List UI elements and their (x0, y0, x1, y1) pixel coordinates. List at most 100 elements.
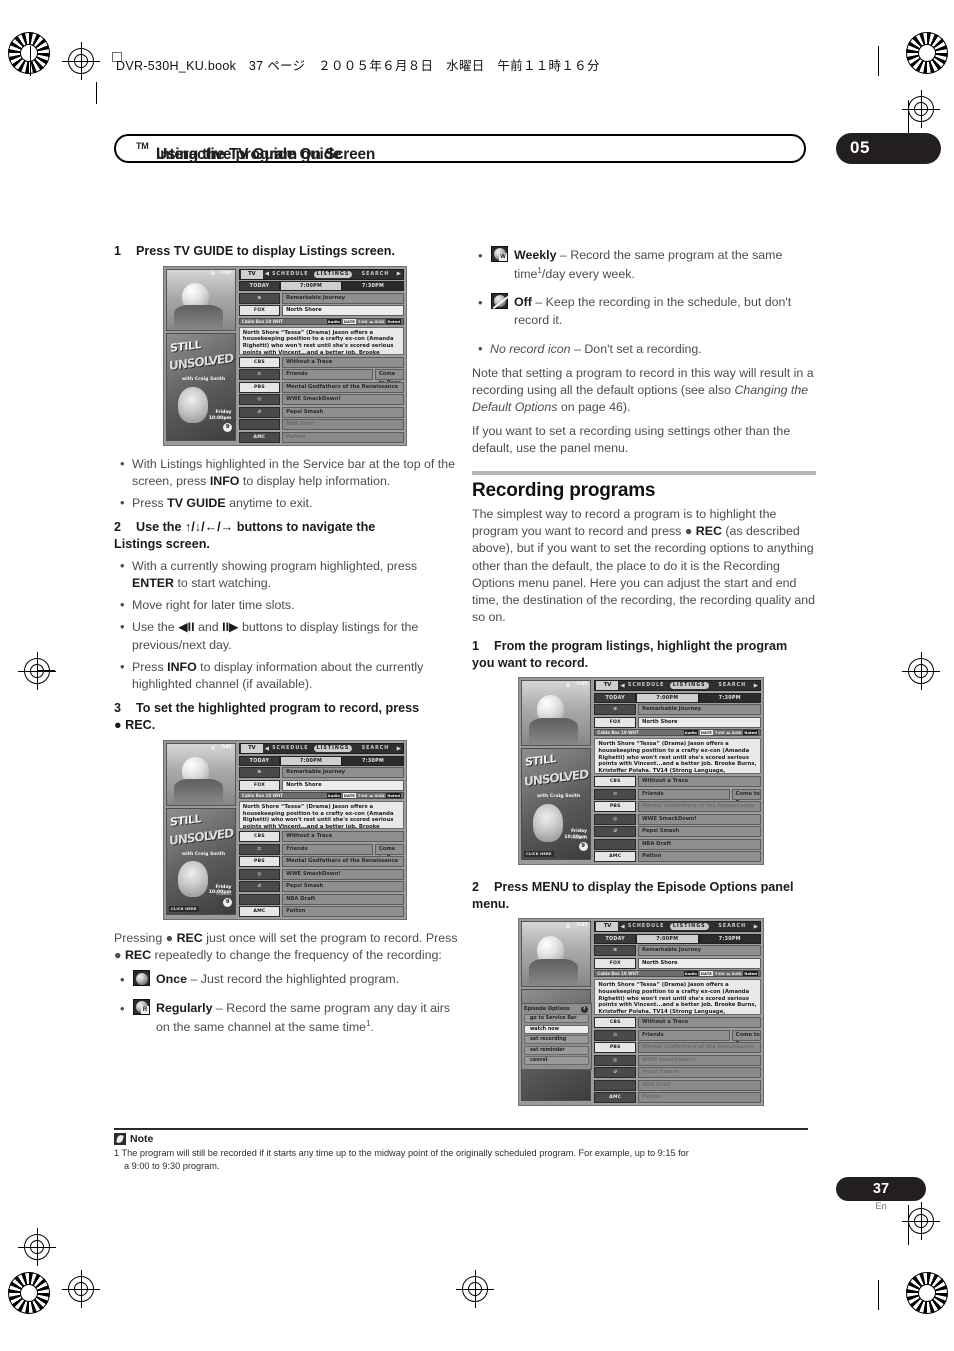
tv-program-title-b-3[interactable]: North Shore (638, 716, 761, 728)
tv-program-title-b-4[interactable]: North Shore (638, 957, 761, 969)
tv-grid-row-5-2[interactable]: ↺ Pepsi Smash (238, 881, 404, 893)
tv-grid-title-2b-3[interactable]: Come to Papa (731, 788, 761, 806)
tv-grid-row-3-3[interactable]: PBS Mental Godfathers of the Renaissance (594, 801, 761, 813)
tv-tab-schedule-3[interactable]: SCHEDULE (627, 683, 666, 688)
help-icon[interactable]: ? (580, 1006, 588, 1014)
episode-options-item-set-recording[interactable]: set recording (524, 1035, 589, 1045)
tv-program-title-b-1[interactable]: North Shore (282, 305, 404, 317)
tv-grid-row-3-2[interactable]: PBS Mental Godfathers of the Renaissance (238, 856, 404, 868)
tv-grid-row-2-4[interactable]: ⚖ Friends Come to Papa (594, 1029, 761, 1047)
tv-ad-click-here-3[interactable]: CLICK HERE (524, 850, 554, 857)
tv-row-remarkable-3[interactable]: ≋ Remarkable Journey (594, 704, 761, 716)
tv-grid-row-7-3[interactable]: AMC Patton (594, 851, 761, 863)
tv-grid-title-3-2[interactable]: Mental Godfathers of the Renaissance (282, 856, 404, 868)
tv-grid-title-2b-1[interactable]: Come to Papa (374, 369, 404, 386)
tv-grid-title-6-3[interactable]: NBA Draft (638, 838, 761, 850)
tv-grid-row-7-2[interactable]: AMC Patton (238, 906, 404, 918)
tv-grid-title-7-2[interactable]: Patton (282, 906, 404, 918)
tv-grid-title-7-3[interactable]: Patton (638, 851, 761, 863)
tv-grid-row-5-4[interactable]: ↺ Pepsi Smash (594, 1067, 761, 1079)
tv-grid-title-5-3[interactable]: Pepsi Smash (638, 826, 761, 838)
tv-grid-row-6-4[interactable]: NBA Draft (594, 1079, 761, 1091)
tv-grid-title-3-1[interactable]: Mental Godfathers of the Renaissance (282, 381, 404, 393)
tv-grid-title-4-4[interactable]: WWE SmackDown! (638, 1054, 761, 1066)
tv-grid-title-1-4[interactable]: Without a Trace (638, 1017, 761, 1029)
tv-grid-title-6-4[interactable]: NBA Draft (638, 1079, 761, 1091)
tv-time-slot-1-4[interactable]: 7:00PM (636, 933, 699, 944)
tv-grid-title-2-1[interactable]: Friends (282, 369, 373, 381)
tv-grid-row-5-1[interactable]: ↺ Pepsi Smash (238, 406, 404, 418)
tv-grid-title-4-1[interactable]: WWE SmackDown! (282, 394, 404, 406)
episode-options-item-cancel[interactable]: cancel (524, 1056, 589, 1066)
tv-grid-title-3-4[interactable]: Mental Godfathers of the Renaissance (638, 1042, 761, 1054)
tv-time-slot-2-1[interactable]: 7:30PM (342, 281, 404, 292)
tv-tab-search-2[interactable]: SEARCH (356, 746, 395, 751)
tv-time-slot-1-3[interactable]: 7:00PM (636, 692, 699, 703)
tv-tab-search-4[interactable]: SEARCH (713, 924, 752, 929)
tv-tab-listings-4[interactable]: LISTINGS (669, 923, 709, 931)
tv-row-northshore-2[interactable]: FOX North Shore (238, 779, 404, 791)
tv-grid-title-3-3[interactable]: Mental Godfathers of the Renaissance (638, 801, 761, 813)
tv-row-remarkable-1[interactable]: ≋ Remarkable Journey (238, 292, 404, 304)
tv-grid-row-6-1[interactable]: NBA Draft (238, 419, 404, 431)
tv-time-slot-2-4[interactable]: 7:30PM (698, 933, 762, 944)
tv-grid-row-6-2[interactable]: NBA Draft (238, 893, 404, 905)
tv-program-title-a-4[interactable]: Remarkable Journey (638, 945, 761, 957)
tv-grid-row-1-3[interactable]: CBS Without a Trace (594, 776, 761, 788)
tv-time-slot-1-1[interactable]: 7:00PM (280, 281, 343, 292)
tv-grid-row-2-2[interactable]: ⚖ Friends Come to Papa (238, 843, 404, 861)
tv-grid-row-3-4[interactable]: PBS Mental Godfathers of the Renaissance (594, 1042, 761, 1054)
tv-time-slot-2-2[interactable]: 7:30PM (342, 755, 404, 766)
tv-time-slot-2-3[interactable]: 7:30PM (698, 692, 762, 703)
tv-program-title-a-3[interactable]: Remarkable Journey (638, 704, 761, 716)
tv-grid-title-5-1[interactable]: Pepsi Smash (282, 406, 404, 418)
tv-row-remarkable-2[interactable]: ≋ Remarkable Journey (238, 767, 404, 779)
tv-grid-row-4-1[interactable]: ◎ WWE SmackDown! (238, 394, 404, 406)
tv-grid-row-4-4[interactable]: ◎ WWE SmackDown! (594, 1054, 761, 1066)
episode-options-item-set-reminder[interactable]: set reminder (524, 1045, 589, 1055)
tv-tab-schedule-4[interactable]: SCHEDULE (627, 924, 666, 929)
tv-grid-row-7-4[interactable]: AMC Patton (594, 1092, 761, 1104)
tv-row-northshore-3[interactable]: FOX North Shore (594, 716, 761, 728)
tv-grid-row-2-3[interactable]: ⚖ Friends Come to Papa (594, 788, 761, 806)
tv-tab-schedule-1[interactable]: SCHEDULE (271, 272, 310, 277)
tv-grid-row-1-4[interactable]: CBS Without a Trace (594, 1017, 761, 1029)
tv-grid-title-2b-2[interactable]: Come to Papa (374, 843, 404, 861)
tv-grid-row-6-3[interactable]: NBA Draft (594, 838, 761, 850)
tv-ad-click-here-2[interactable]: CLICK HERE (169, 906, 199, 913)
tv-program-title-b-2[interactable]: North Shore (282, 779, 404, 791)
tv-tab-schedule-2[interactable]: SCHEDULE (271, 746, 310, 751)
tv-grid-title-1-3[interactable]: Without a Trace (638, 776, 761, 788)
tv-row-northshore-1[interactable]: FOX North Shore (238, 305, 404, 317)
tv-grid-title-4-3[interactable]: WWE SmackDown! (638, 813, 761, 825)
tv-grid-row-4-2[interactable]: ◎ WWE SmackDown! (238, 868, 404, 880)
episode-options-item-go-to-service-bar[interactable]: go to Service Bar (524, 1014, 589, 1024)
tv-grid-title-4-2[interactable]: WWE SmackDown! (282, 868, 404, 880)
tv-grid-title-2-4[interactable]: Friends (638, 1029, 730, 1041)
tv-grid-row-1-2[interactable]: CBS Without a Trace (238, 831, 404, 843)
tv-grid-title-5-2[interactable]: Pepsi Smash (282, 881, 404, 893)
tv-tab-listings-1[interactable]: LISTINGS (313, 270, 353, 278)
tv-grid-title-6-1[interactable]: NBA Draft (282, 419, 404, 431)
episode-options-item-watch-now[interactable]: watch now (524, 1024, 589, 1034)
tv-program-title-a-1[interactable]: Remarkable Journey (282, 292, 404, 304)
tv-row-remarkable-4[interactable]: ≋ Remarkable Journey (594, 945, 761, 957)
tv-grid-title-7-1[interactable]: Patton (282, 431, 404, 443)
tv-tab-listings-2[interactable]: LISTINGS (313, 745, 353, 753)
tv-grid-title-5-4[interactable]: Pepsi Smash (638, 1067, 761, 1079)
tv-grid-row-1-1[interactable]: CBS Without a Trace (238, 356, 404, 368)
tv-grid-title-1-1[interactable]: Without a Trace (282, 356, 404, 368)
tv-tab-search-3[interactable]: SEARCH (713, 683, 752, 688)
tv-tab-search-1[interactable]: SEARCH (356, 272, 395, 277)
tv-grid-title-7-4[interactable]: Patton (638, 1092, 761, 1104)
tv-grid-row-5-3[interactable]: ↺ Pepsi Smash (594, 826, 761, 838)
tv-row-northshore-4[interactable]: FOX North Shore (594, 957, 761, 969)
tv-grid-row-3-1[interactable]: PBS Mental Godfathers of the Renaissance (238, 381, 404, 393)
tv-grid-title-2-2[interactable]: Friends (282, 843, 373, 855)
tv-grid-title-2b-4[interactable]: Come to Papa (731, 1029, 761, 1047)
tv-grid-title-2-3[interactable]: Friends (638, 788, 730, 800)
tv-grid-title-1-2[interactable]: Without a Trace (282, 831, 404, 843)
tv-program-title-a-2[interactable]: Remarkable Journey (282, 767, 404, 779)
tv-grid-row-4-3[interactable]: ◎ WWE SmackDown! (594, 813, 761, 825)
tv-tab-listings-3[interactable]: LISTINGS (669, 682, 709, 690)
